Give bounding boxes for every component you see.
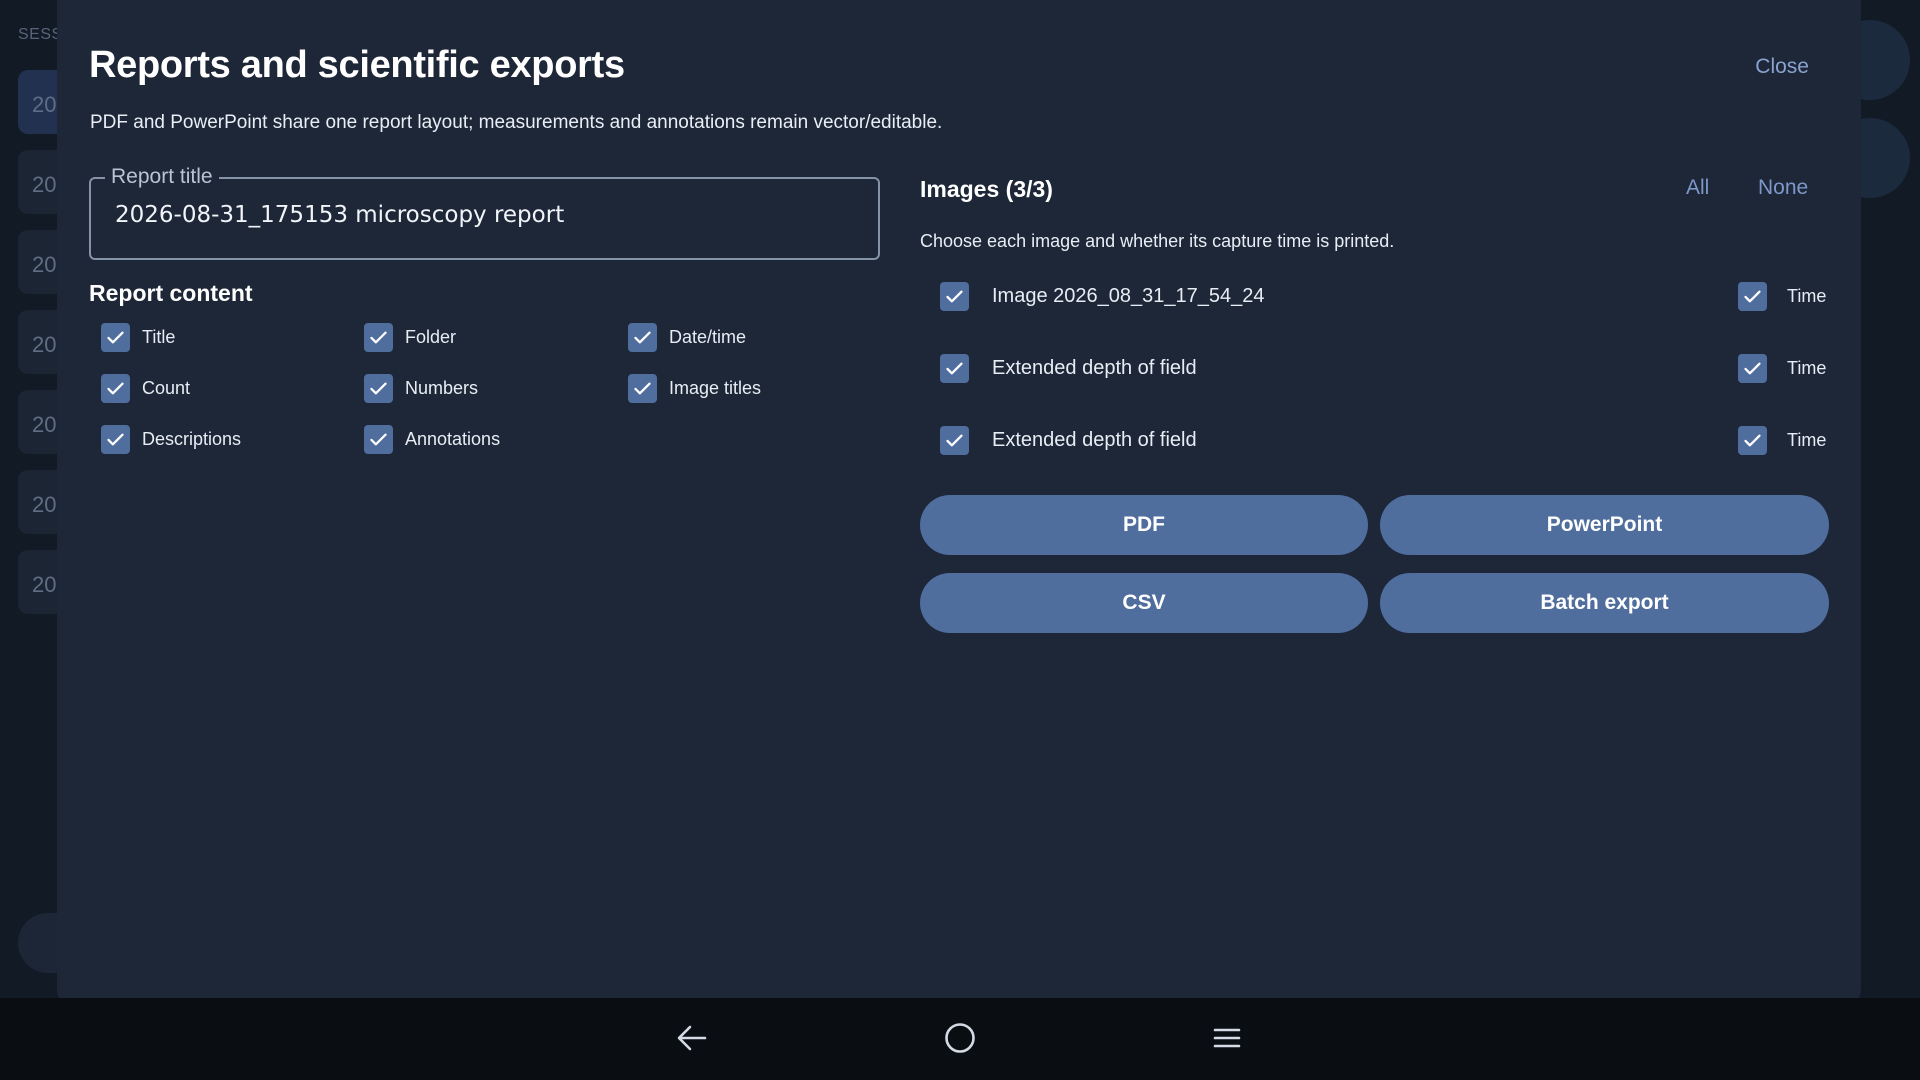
checkbox[interactable] [101,374,130,403]
checkmark-icon [107,433,124,446]
checkmark-icon [946,362,963,375]
checkbox[interactable] [101,323,130,352]
content-option-label: Folder [405,327,457,347]
system-nav-bar [0,998,1920,1080]
image-row[interactable]: Image 2026_08_31_17_54_24 Time [940,277,1830,317]
content-option-annotations[interactable]: Annotations [364,425,500,454]
checkbox[interactable] [628,323,657,352]
content-option-label: Numbers [405,378,479,398]
checkmark-icon [1744,434,1761,447]
report-content-heading: Report content [89,280,253,306]
image-checkbox[interactable] [940,282,969,311]
content-option-image-titles[interactable]: Image titles [628,374,761,403]
time-checkbox[interactable] [1738,426,1767,455]
checkmark-icon [107,331,124,344]
image-label: Image 2026_08_31_17_54_24 [992,285,1265,307]
content-option-descriptions[interactable]: Descriptions [101,425,241,454]
checkbox[interactable] [364,425,393,454]
nav-back-button[interactable] [669,1015,715,1061]
image-label: Extended depth of field [992,429,1197,451]
checkbox[interactable] [101,425,130,454]
content-option-count[interactable]: Count [101,374,190,403]
checkbox[interactable] [364,323,393,352]
images-heading: Images (3/3) [920,176,1053,202]
checkbox[interactable] [628,374,657,403]
select-all-link[interactable]: All [1686,176,1709,200]
images-description: Choose each image and whether its captur… [920,231,1395,251]
pdf-button[interactable]: PDF [920,495,1368,555]
menu-icon [1213,1028,1241,1048]
checkmark-icon [634,331,651,344]
close-button[interactable]: Close [1755,55,1809,79]
report-title-field[interactable]: Report title [89,165,880,260]
time-label: Time [1787,430,1827,450]
content-option-label: Date/time [669,327,747,347]
content-option-label: Title [142,327,176,347]
time-label: Time [1787,358,1827,378]
content-option-datetime[interactable]: Date/time [628,323,746,352]
checkmark-icon [634,382,651,395]
content-option-label: Image titles [669,378,762,398]
image-label: Extended depth of field [992,357,1197,379]
report-title-input[interactable] [113,201,853,229]
checkmark-icon [946,434,963,447]
checkmark-icon [370,433,387,446]
nav-menu-button[interactable] [1204,1015,1250,1061]
content-option-label: Count [142,378,191,398]
checkmark-icon [946,290,963,303]
select-none-link[interactable]: None [1758,176,1808,200]
checkmark-icon [107,382,124,395]
image-checkbox[interactable] [940,354,969,383]
batch-export-button[interactable]: Batch export [1380,573,1829,633]
checkmark-icon [1744,362,1761,375]
checkmark-icon [1744,290,1761,303]
nav-home-button[interactable] [937,1015,983,1061]
time-checkbox[interactable] [1738,354,1767,383]
time-label: Time [1787,286,1827,306]
image-checkbox[interactable] [940,426,969,455]
dialog-title: Reports and scientific exports [89,44,625,86]
image-row[interactable]: Extended depth of field Time [940,421,1830,461]
reports-dialog: Reports and scientific exports Close PDF… [57,0,1861,1014]
csv-button[interactable]: CSV [920,573,1368,633]
content-option-label: Descriptions [142,429,242,449]
home-circle-icon [945,1023,975,1053]
content-option-title[interactable]: Title [101,323,175,352]
report-title-label: Report title [105,165,219,189]
dialog-subtitle: PDF and PowerPoint share one report layo… [90,112,943,133]
content-option-numbers[interactable]: Numbers [364,374,478,403]
back-arrow-icon [677,1025,707,1051]
content-option-folder[interactable]: Folder [364,323,456,352]
checkbox[interactable] [364,374,393,403]
powerpoint-button[interactable]: PowerPoint [1380,495,1829,555]
checkmark-icon [370,331,387,344]
time-checkbox[interactable] [1738,282,1767,311]
image-row[interactable]: Extended depth of field Time [940,349,1830,389]
content-option-label: Annotations [405,429,501,449]
checkmark-icon [370,382,387,395]
